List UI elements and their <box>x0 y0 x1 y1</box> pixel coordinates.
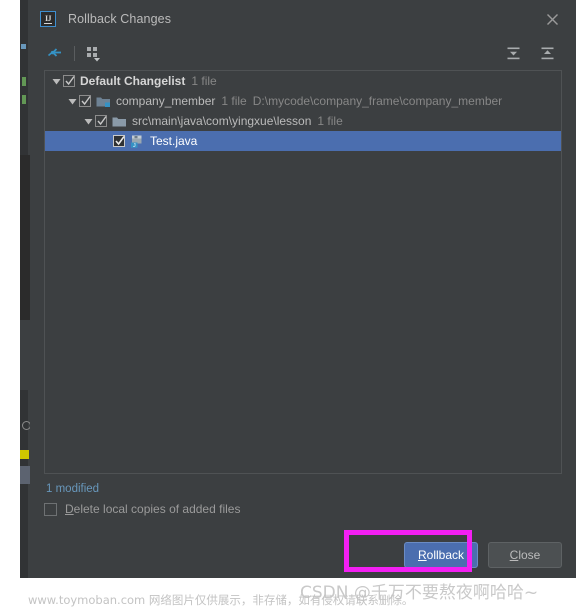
footer-watermark: www.toymoban.com 网络图片仅供展示，非存储，如有侵权请联系删除。 <box>28 593 414 607</box>
close-button[interactable]: Close <box>488 542 562 568</box>
dialog-titlebar: IJ Rollback Changes <box>30 0 576 38</box>
button-label-rest: ollback <box>426 548 465 562</box>
mnemonic-letter: R <box>417 548 427 562</box>
mnemonic-letter: D <box>65 502 74 516</box>
tree-row-label: company_member <box>116 94 216 108</box>
row-checkbox[interactable] <box>95 115 107 127</box>
button-label-rest: lose <box>518 548 541 562</box>
tree-row[interactable]: src\main\java\com\yingxue\lesson 1 file <box>45 111 561 131</box>
dialog-button-row: Rollback Close <box>404 542 562 568</box>
dialog-toolbar <box>30 38 576 68</box>
expand-twisty-icon[interactable] <box>49 71 63 91</box>
label-rest: elete local copies of added files <box>73 502 241 516</box>
delete-local-copies-label: Delete local copies of added files <box>65 502 240 516</box>
tree-row-label: src\main\java\com\yingxue\lesson <box>132 114 312 128</box>
status-text: 1 modified <box>46 483 100 495</box>
ide-gutter-marker-blue <box>21 44 26 49</box>
expand-twisty-icon[interactable] <box>65 91 79 111</box>
collapse-all-icon[interactable] <box>536 42 558 64</box>
changes-tree-panel[interactable]: Default Changelist 1 file company_member… <box>44 70 562 474</box>
rollback-changes-dialog: IJ Rollback Changes Default Changelist 1… <box>30 0 576 578</box>
ide-gutter-marker-green-2 <box>22 95 26 104</box>
tree-row[interactable]: Default Changelist 1 file <box>45 71 561 91</box>
chevron-down-icon <box>94 57 100 61</box>
close-icon[interactable] <box>536 8 568 30</box>
ide-gutter-warning-marker <box>20 450 29 459</box>
group-by-icon[interactable] <box>83 42 105 64</box>
intellij-idea-icon: IJ <box>40 11 56 27</box>
svg-text:J: J <box>133 143 136 148</box>
row-checkbox[interactable] <box>63 75 75 87</box>
tree-row-meta: 1 file <box>221 94 247 108</box>
tree-row-label: Default Changelist <box>80 74 186 88</box>
dialog-title: Rollback Changes <box>68 12 172 26</box>
java-class-icon: J <box>130 134 144 148</box>
delete-local-copies-option[interactable]: Delete local copies of added files <box>44 502 576 516</box>
row-checkbox[interactable] <box>79 95 91 107</box>
rollback-arrow-icon[interactable] <box>44 42 66 64</box>
tree-row-label: Test.java <box>150 134 198 148</box>
tree-row[interactable]: J Test.java <box>45 131 561 151</box>
module-folder-icon <box>96 95 111 108</box>
row-checkbox[interactable] <box>113 135 125 147</box>
tree-row[interactable]: company_member 1 file D:\mycode\company_… <box>45 91 561 111</box>
rollback-button[interactable]: Rollback <box>404 542 478 568</box>
tree-row-meta: 1 file <box>317 114 343 128</box>
delete-local-copies-checkbox[interactable] <box>44 502 57 516</box>
toolbar-separator <box>74 45 75 61</box>
expand-twisty-icon[interactable] <box>81 111 95 131</box>
folder-icon <box>112 115 127 128</box>
ide-gutter-marker-green-1 <box>22 77 26 86</box>
tree-row-path: D:\mycode\company_frame\company_member <box>252 94 503 108</box>
tree-row-meta: 1 file <box>191 74 217 88</box>
expand-all-icon[interactable] <box>502 42 524 64</box>
screenshot-root: IJ Rollback Changes Default Changelist 1… <box>0 0 576 611</box>
